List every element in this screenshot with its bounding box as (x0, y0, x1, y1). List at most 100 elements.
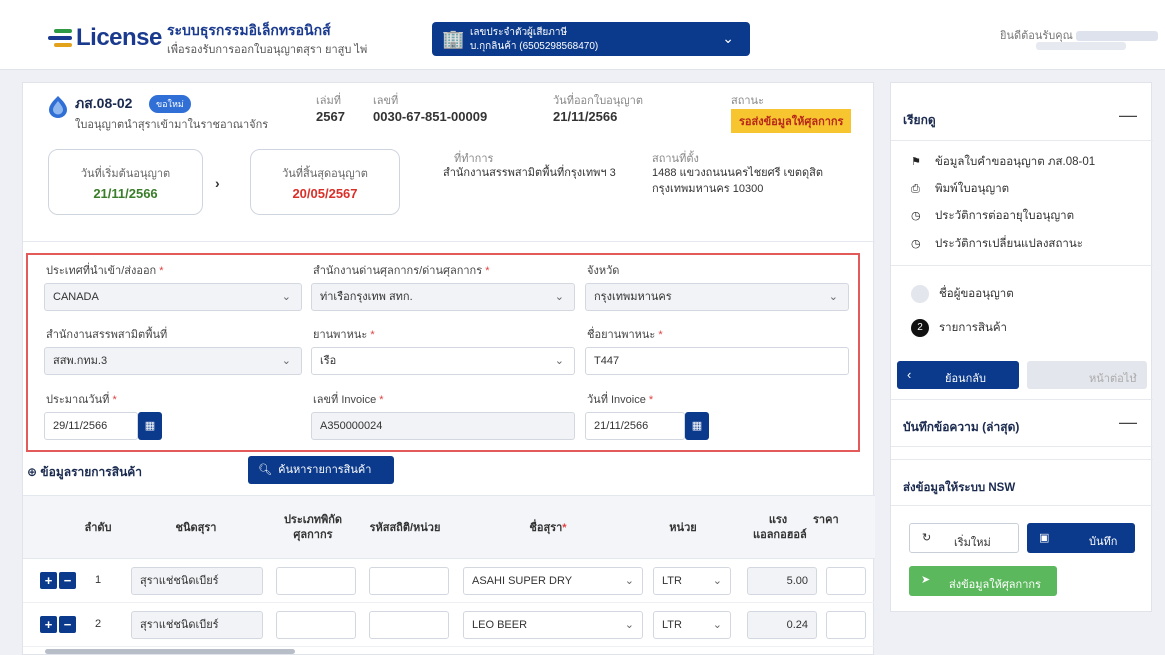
collapse-icon[interactable]: — (1119, 105, 1137, 126)
step-products[interactable]: 2 รายการสินค้า (911, 319, 1007, 337)
province-select[interactable]: กรุงเทพมหานคร ⌄ (585, 283, 849, 311)
chevron-right-icon: › (1132, 367, 1137, 382)
search-products-button[interactable]: 🔍︎ ค้นหารายการสินค้า (248, 456, 394, 484)
chevron-down-icon: ⌄ (624, 619, 634, 631)
collapse-icon[interactable]: — (1119, 412, 1137, 433)
chevron-down-icon: ⌄ (624, 575, 634, 587)
license-status: รอส่งข้อมูลให้ศุลกากร (731, 109, 852, 133)
chevron-right-icon: › (215, 175, 220, 191)
price-input[interactable] (826, 611, 866, 639)
add-row-icon[interactable]: + (40, 572, 57, 589)
flag-icon: ⚑ (911, 156, 921, 168)
vehicle-label: ยานพาหนะ * (313, 329, 375, 341)
invoice-no-label: เลขที่ Invoice * (313, 394, 384, 406)
printer-icon: ⎙ (911, 183, 920, 195)
notes-panel-header[interactable]: บันทึกข้อความ (ล่าสุด) — (891, 399, 1153, 447)
send-icon: ➤ (921, 574, 931, 586)
remove-row-icon[interactable]: − (59, 572, 76, 589)
globe-icon: ⊕ (27, 465, 38, 479)
menu-renewal-history[interactable]: ◷ ประวัติการต่ออายุใบอนุญาต (911, 207, 1074, 225)
next-button[interactable]: หน้าต่อไป › (1027, 361, 1147, 389)
horizontal-scrollbar[interactable] (37, 649, 857, 655)
calendar-icon[interactable]: ▦ (138, 412, 162, 440)
clock-icon: ◷ (911, 238, 921, 250)
restart-button[interactable]: ↻ เริ่มใหม่ (909, 523, 1019, 553)
products-table-header: ลำดับ ชนิดสุรา ประเภทพิกัดศุลกากร รหัสสถ… (23, 495, 875, 559)
browse-title: เรียกดู (903, 113, 936, 127)
right-sidebar: เรียกดู — ⚑ ข้อมูลใบคำขออนุญาต ภส.08-01 ⎙… (890, 82, 1153, 612)
notes-title: บันทึกข้อความ (ล่าสุด) (903, 420, 1020, 434)
step-applicant[interactable]: ชื่อผู้ขออนุญาต (911, 285, 1014, 303)
add-row-icon[interactable]: + (40, 616, 57, 633)
invoice-date-input[interactable]: 21/11/2566 (585, 412, 685, 440)
unit-select[interactable]: LTR ⌄ (653, 567, 731, 595)
stat-code-input[interactable] (369, 567, 449, 595)
alcohol-field: 0.24 (747, 611, 817, 639)
divider (891, 459, 1153, 460)
browse-panel-header[interactable]: เรียกดู — (891, 93, 1153, 141)
liquor-name-select[interactable]: ASAHI SUPER DRY ⌄ (463, 567, 643, 595)
chevron-down-icon: ⌄ (712, 619, 722, 631)
est-date-input[interactable]: 29/11/2566 (44, 412, 138, 440)
col-no: ลำดับ (84, 522, 112, 534)
book-value: 2567 (316, 109, 345, 124)
status-badge: ขอใหม่ (149, 95, 191, 113)
menu-status-history[interactable]: ◷ ประวัติการเปลี่ยนแปลงสถานะ (911, 235, 1083, 253)
chevron-down-icon: ⌄ (281, 355, 291, 367)
licensee-selector[interactable]: 🏢 เลขประจำตัวผู้เสียภาษี บ.กุกลินค้า (65… (432, 22, 750, 56)
col-name: ชื่อสุรา* (529, 522, 567, 534)
col-type: ชนิดสุรา (175, 522, 217, 534)
scrollbar-thumb[interactable] (45, 649, 295, 654)
menu-print-license[interactable]: ⎙ พิมพ์ใบอนุญาต (911, 180, 1009, 198)
logo-text: License (76, 24, 162, 51)
liquor-name-select[interactable]: LEO BEER ⌄ (463, 611, 643, 639)
redacted-username (1075, 31, 1158, 42)
country-label: ประเทศที่นำเข้า/ส่งออก * (46, 265, 164, 277)
alcohol-field: 5.00 (747, 567, 817, 595)
end-date-card: วันที่สิ้นสุดอนุญาต 20/05/2567 (250, 149, 400, 215)
menu-application-info[interactable]: ⚑ ข้อมูลใบคำขออนุญาต ภส.08-01 (911, 153, 1095, 171)
start-date-label: วันที่เริ่มต้นอนุญาต (80, 168, 171, 180)
chevron-down-icon: ⌄ (554, 291, 564, 303)
location-line1: 1488 แขวงถนนนครไชยศรี เขตดุสิต (652, 167, 823, 179)
number-label: เลขที่ (373, 95, 399, 107)
location-line2: กรุงเทพมหานคร 10300 (652, 183, 764, 195)
end-date-value: 20/05/2567 (292, 186, 358, 201)
price-input[interactable] (826, 567, 866, 595)
document-type: ใบอนุญาตนำสุราเข้ามาในราชอาณาจักร (75, 119, 269, 131)
license-logo[interactable]: License (48, 24, 162, 52)
chevron-down-icon: ⌄ (828, 291, 838, 303)
clock-icon: ◷ (911, 210, 921, 222)
vehicle-select[interactable]: เรือ ⌄ (311, 347, 575, 375)
invoice-no-input[interactable]: A350000024 (311, 412, 575, 440)
send-to-customs-button[interactable]: ➤ ส่งข้อมูลให้ศุลกากร (909, 566, 1057, 596)
calendar-icon[interactable]: ▦ (685, 412, 709, 440)
save-button[interactable]: ▣ บันทึก (1027, 523, 1135, 553)
col-unit: หน่วย (669, 522, 697, 534)
customs-select[interactable]: ท่าเรือกรุงเทพ สทก. ⌄ (311, 283, 575, 311)
unit-select[interactable]: LTR ⌄ (653, 611, 731, 639)
province-label: จังหวัด (587, 265, 620, 277)
stat-code-input[interactable] (369, 611, 449, 639)
country-select[interactable]: CANADA ⌄ (44, 283, 302, 311)
vehicle-name-input[interactable]: T447 (585, 347, 849, 375)
col-tariff: ประเภทพิกัดศุลกากร (283, 514, 343, 541)
row-no: 1 (95, 574, 102, 586)
chevron-down-icon: ⌄ (554, 355, 564, 367)
vehicle-name-label: ชื่อยานพาหนะ * (587, 329, 663, 341)
remove-row-icon[interactable]: − (59, 616, 76, 633)
tariff-input[interactable] (276, 567, 356, 595)
system-subtitle: เพื่อรองรับการออกใบอนุญาตสุรา ยาสูบ ไพ่ (167, 44, 368, 56)
chevron-down-icon: ⌄ (722, 30, 734, 46)
invoice-date-label: วันที่ Invoice * (587, 394, 654, 406)
logo-mark-icon (48, 29, 72, 47)
office-value: สำนักงานสรรพสามิตพื้นที่กรุงเทพฯ 3 (443, 167, 616, 179)
chevron-down-icon: ⌄ (281, 291, 291, 303)
liquor-type-field: สุราแช่ชนิดเบียร์ (131, 611, 263, 639)
back-button[interactable]: ‹ ย้อนกลับ (897, 361, 1019, 389)
divider (23, 241, 875, 242)
tariff-input[interactable] (276, 611, 356, 639)
issue-date-label: วันที่ออกใบอนุญาต (553, 95, 643, 107)
divider (891, 265, 1153, 266)
excise-office-select[interactable]: สสพ.กทม.3 ⌄ (44, 347, 302, 375)
